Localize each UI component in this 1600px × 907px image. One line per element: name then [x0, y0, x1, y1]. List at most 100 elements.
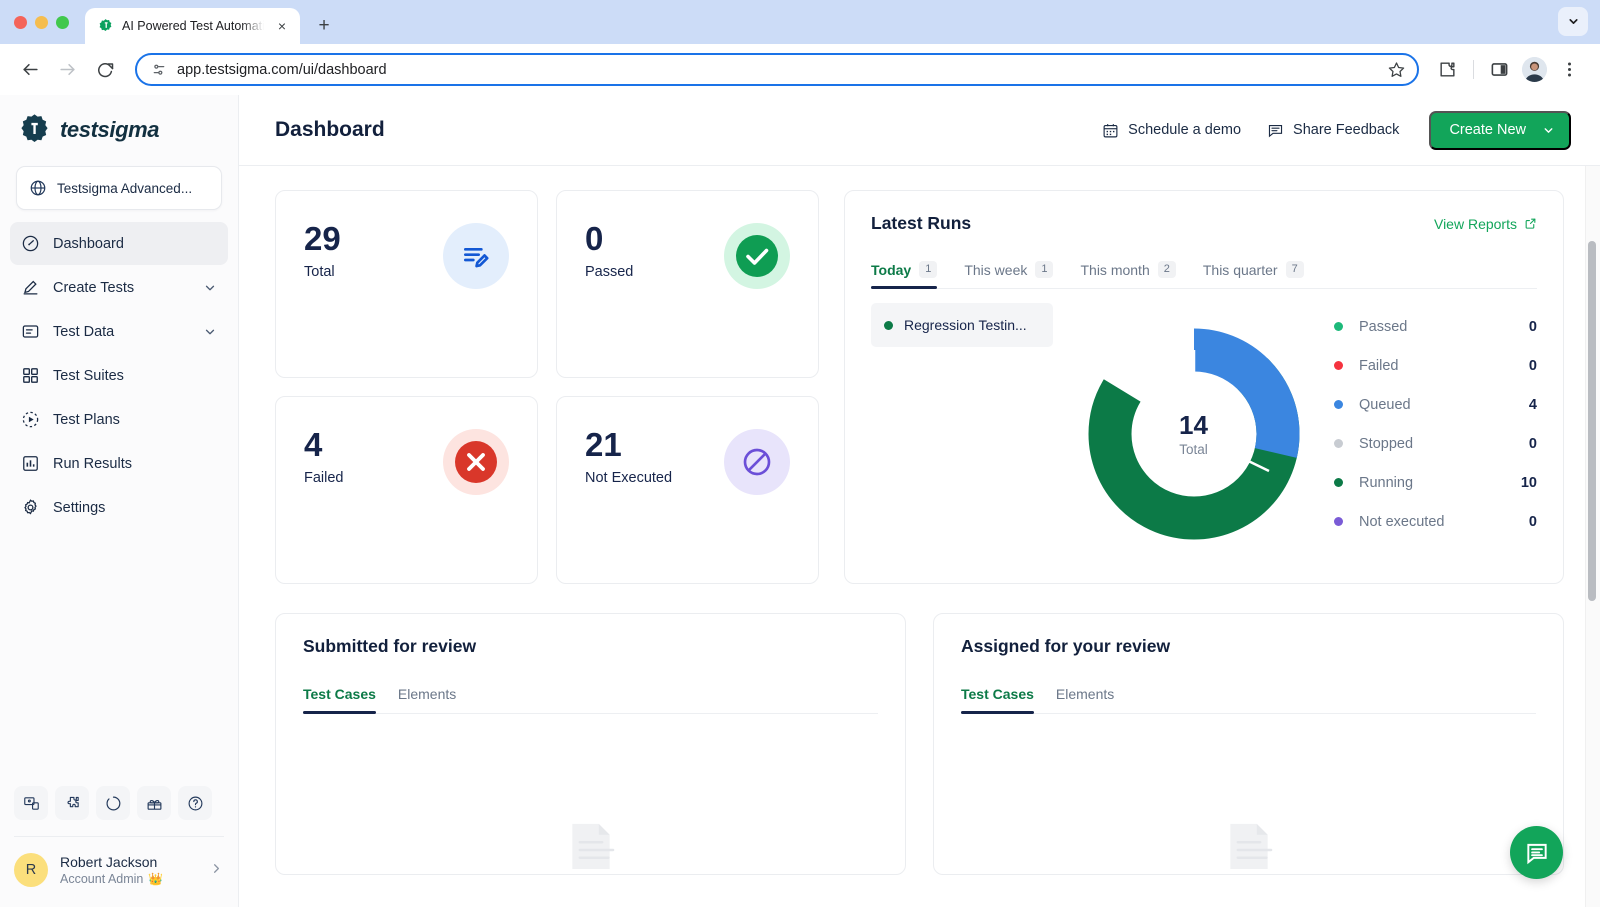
tab-search-button[interactable]	[1558, 7, 1588, 36]
tab-this-quarter[interactable]: This quarter 7	[1203, 261, 1304, 288]
minimize-window-button[interactable]	[35, 16, 48, 29]
create-new-button[interactable]: Create New	[1429, 111, 1571, 150]
legend-item-passed[interactable]: Passed 0	[1334, 307, 1537, 346]
list-item[interactable]: Regression Testin...	[871, 303, 1053, 347]
page-scrollbar-track[interactable]	[1585, 166, 1600, 907]
stat-card-total[interactable]: 29 Total	[275, 190, 538, 378]
page-title: Dashboard	[275, 118, 385, 142]
legend-value: 0	[1529, 319, 1537, 335]
latest-runs-body: Regression Testin...	[871, 289, 1537, 565]
stat-card-failed[interactable]: 4 Failed	[275, 396, 538, 584]
device-lab-icon	[23, 795, 40, 812]
empty-state-document-icon	[1200, 813, 1298, 874]
assigned-for-your-review-card: Assigned for your review Test Cases Elem…	[933, 613, 1564, 875]
tab-label: This quarter	[1203, 262, 1278, 278]
legend-item-failed[interactable]: Failed 0	[1334, 346, 1537, 385]
back-button[interactable]	[14, 53, 47, 86]
device-lab-button[interactable]	[14, 786, 48, 820]
run-status-donut-chart: 14 Total	[1053, 303, 1334, 565]
address-bar[interactable]: app.testsigma.com/ui/dashboard	[135, 53, 1419, 86]
crown-icon: 👑	[148, 872, 163, 886]
profile-button[interactable]	[1518, 53, 1551, 86]
donut-svg: 14 Total	[1081, 321, 1307, 547]
maximize-window-button[interactable]	[56, 16, 69, 29]
close-window-button[interactable]	[14, 16, 27, 29]
close-tab-button[interactable]: ×	[272, 16, 292, 36]
feedback-chat-icon	[1267, 122, 1284, 139]
stat-card-passed[interactable]: 0 Passed	[556, 190, 819, 378]
legend-item-running[interactable]: Running 10	[1334, 463, 1537, 502]
integrations-button[interactable]	[55, 786, 89, 820]
stat-text: 21 Not Executed	[585, 427, 672, 486]
help-button[interactable]	[178, 786, 212, 820]
sync-circle-icon	[105, 795, 122, 812]
sidebar-item-create-tests[interactable]: Create Tests	[10, 266, 228, 309]
view-reports-link[interactable]: View Reports	[1434, 216, 1537, 232]
tab-elements[interactable]: Elements	[398, 686, 456, 713]
tab-this-month[interactable]: This month 2	[1080, 261, 1175, 288]
tab-elements[interactable]: Elements	[1056, 686, 1114, 713]
toolbar-divider	[1473, 60, 1474, 79]
legend-item-stopped[interactable]: Stopped 0	[1334, 424, 1537, 463]
external-link-icon	[1524, 217, 1537, 230]
reload-button[interactable]	[88, 53, 121, 86]
browser-window: AI Powered Test Automation P × + app.tes…	[0, 0, 1600, 907]
tab-test-cases[interactable]: Test Cases	[961, 686, 1034, 713]
browser-tab-strip: AI Powered Test Automation P × +	[0, 0, 1600, 44]
chevron-down-icon	[1567, 15, 1580, 28]
user-profile[interactable]: R Robert Jackson Account Admin 👑	[0, 837, 238, 907]
legend-item-queued[interactable]: Queued 4	[1334, 385, 1537, 424]
forward-button[interactable]	[51, 53, 84, 86]
whats-new-button[interactable]	[137, 786, 171, 820]
legend-label: Not executed	[1359, 514, 1529, 530]
schedule-demo-button[interactable]: Schedule a demo	[1102, 122, 1241, 139]
legend-label: Stopped	[1359, 436, 1529, 452]
sidebar-tool-buttons	[0, 786, 238, 836]
tab-count-badge: 1	[1035, 261, 1053, 278]
legend-label: Passed	[1359, 319, 1529, 335]
tab-test-cases[interactable]: Test Cases	[303, 686, 376, 713]
sidebar-item-settings[interactable]: Settings	[10, 486, 228, 529]
legend-item-not-executed[interactable]: Not executed 0	[1334, 502, 1537, 541]
side-panel-button[interactable]	[1483, 53, 1516, 86]
sidebar-item-test-plans[interactable]: Test Plans	[10, 398, 228, 441]
stat-label: Total	[304, 264, 341, 280]
sidebar-item-label: Dashboard	[53, 236, 217, 252]
legend-dot-icon	[1334, 517, 1343, 526]
new-tab-button[interactable]: +	[310, 12, 338, 40]
tab-today[interactable]: Today 1	[871, 261, 937, 288]
bar-chart-icon	[21, 454, 40, 473]
tab-this-week[interactable]: This week 1	[964, 261, 1053, 288]
legend-value: 0	[1529, 436, 1537, 452]
sidebar-item-dashboard[interactable]: Dashboard	[10, 222, 228, 265]
browser-tab[interactable]: AI Powered Test Automation P ×	[85, 8, 300, 44]
browser-menu-button[interactable]	[1553, 53, 1586, 86]
star-icon[interactable]	[1388, 61, 1405, 78]
sidebar-item-test-suites[interactable]: Test Suites	[10, 354, 228, 397]
page-scrollbar-thumb[interactable]	[1588, 241, 1596, 601]
sidebar-item-label: Test Plans	[53, 412, 217, 428]
stat-card-not-executed[interactable]: 21 Not Executed	[556, 396, 819, 584]
extensions-button[interactable]	[1431, 53, 1464, 86]
latest-runs-card: Latest Runs View Reports Today 1	[844, 190, 1564, 584]
project-name: Testsigma Advanced...	[57, 181, 192, 196]
main-content: Dashboard Schedule a demo Share Feedback…	[239, 95, 1600, 907]
site-settings-icon[interactable]	[151, 62, 167, 78]
sidebar: testsigma Testsigma Advanced... Dashboar…	[0, 95, 239, 907]
sidebar-nav: Dashboard Create Tests Test Data Test Su…	[0, 220, 238, 530]
legend-value: 0	[1529, 514, 1537, 530]
sidebar-item-test-data[interactable]: Test Data	[10, 310, 228, 353]
app-logo[interactable]: testsigma	[0, 95, 238, 160]
sidebar-item-label: Settings	[53, 500, 217, 516]
globe-icon	[29, 179, 47, 197]
share-feedback-button[interactable]: Share Feedback	[1267, 122, 1399, 139]
chat-support-button[interactable]	[1510, 826, 1563, 879]
kebab-menu-icon	[1560, 60, 1579, 79]
sidebar-item-run-results[interactable]: Run Results	[10, 442, 228, 485]
sync-status-button[interactable]	[96, 786, 130, 820]
calendar-icon	[1102, 122, 1119, 139]
view-reports-label: View Reports	[1434, 216, 1517, 232]
project-selector[interactable]: Testsigma Advanced...	[16, 166, 222, 210]
legend-dot-icon	[1334, 361, 1343, 370]
user-menu-chevron-right-icon[interactable]	[209, 861, 224, 880]
